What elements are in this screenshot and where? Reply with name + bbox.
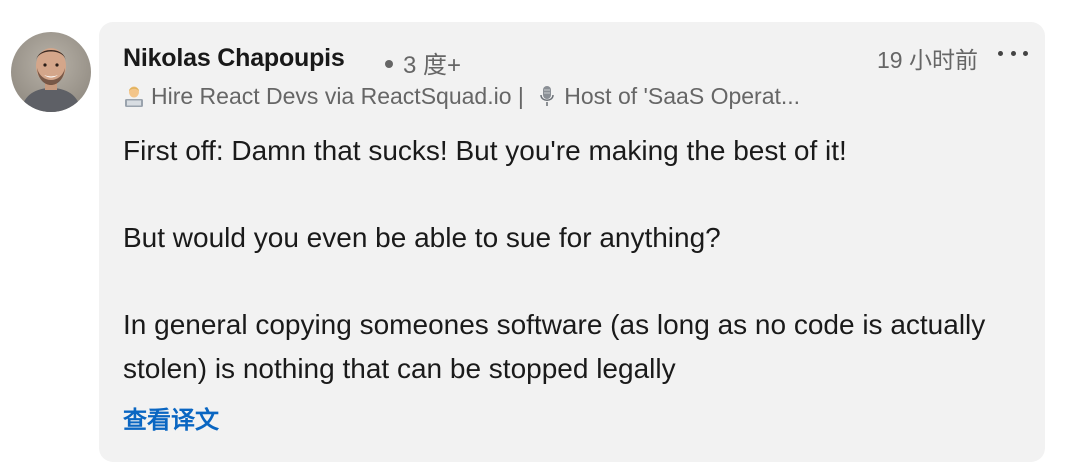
comment-bubble: Nikolas Chapoupis 3 度+ 19 小时前 Hire React… — [99, 22, 1045, 462]
comment-timestamp: 19 小时前 — [877, 47, 978, 73]
author-headline: Hire React Devs via ReactSquad.io | Host… — [123, 83, 923, 110]
comment-paragraph: First off: Damn that sucks! But you're m… — [123, 135, 847, 166]
more-options-icon[interactable] — [998, 40, 1028, 66]
technologist-emoji-icon — [125, 86, 143, 107]
author-name[interactable]: Nikolas Chapoupis — [123, 44, 345, 73]
connection-degree: 3 度+ — [385, 45, 461, 80]
headline-part-1: Hire React Devs via ReactSquad.io | — [151, 83, 524, 109]
avatar-photo — [11, 32, 91, 112]
degree-label: 3 度+ — [403, 52, 462, 79]
microphone-emoji-icon — [540, 85, 555, 106]
comment-paragraph: In general copying someones software (as… — [123, 309, 986, 384]
comment-paragraph: But would you even be able to sue for an… — [123, 222, 721, 253]
headline-part-2: Host of 'SaaS Operat... — [564, 83, 801, 109]
comment-body: First off: Damn that sucks! But you're m… — [123, 129, 1003, 390]
author-avatar[interactable] — [11, 32, 91, 112]
see-translation-link[interactable]: 查看译文 — [123, 400, 219, 435]
separator-dot — [385, 59, 393, 68]
